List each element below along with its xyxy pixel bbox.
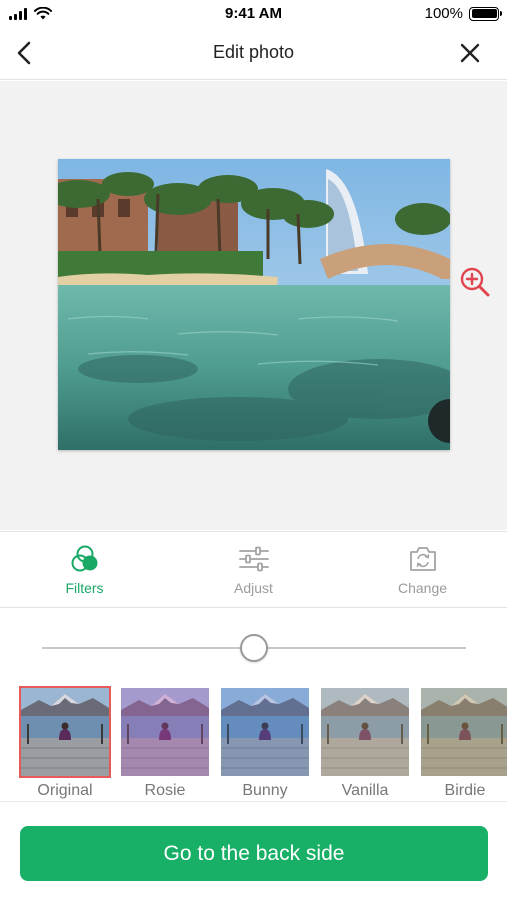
filter-name: Original xyxy=(37,782,93,799)
photo-image xyxy=(58,159,450,450)
tab-filters[interactable]: Filters xyxy=(0,532,169,607)
filter-item[interactable]: Vanilla xyxy=(319,686,411,800)
filter-tint xyxy=(121,688,209,776)
photo-preview[interactable] xyxy=(58,159,450,450)
tab-change-label: Change xyxy=(397,580,448,596)
tab-change[interactable]: Change xyxy=(338,532,507,607)
close-button[interactable] xyxy=(455,38,485,68)
go-to-back-side-button[interactable]: Go to the back side xyxy=(20,826,488,881)
filter-thumbnail[interactable] xyxy=(119,686,211,778)
zoom-button[interactable] xyxy=(458,265,492,299)
close-icon xyxy=(460,43,480,63)
filter-item[interactable]: Original xyxy=(19,686,111,800)
filter-tint xyxy=(421,688,507,776)
zoom-in-icon xyxy=(460,267,490,297)
tab-adjust-label: Adjust xyxy=(234,580,273,596)
tab-filters-label: Filters xyxy=(65,580,104,596)
battery-level xyxy=(471,9,497,18)
photo-preview-area xyxy=(0,81,507,530)
filter-thumbnail[interactable] xyxy=(219,686,311,778)
filter-thumbnail[interactable] xyxy=(419,686,507,778)
sliders-icon xyxy=(238,546,269,572)
slider-thumb[interactable] xyxy=(240,634,268,662)
status-bar: 9:41 AM 100% xyxy=(0,0,507,28)
header: Edit photo xyxy=(0,28,507,80)
filter-tint xyxy=(221,688,309,776)
battery-percentage: 100% xyxy=(424,5,463,22)
tab-adjust[interactable]: Adjust xyxy=(169,532,338,607)
filter-list: Original Rosie Bunny Vanilla Birdie xyxy=(0,686,507,802)
filter-tint xyxy=(321,688,409,776)
page-title: Edit photo xyxy=(212,42,295,62)
filter-intensity-slider[interactable] xyxy=(42,632,466,664)
filter-tint xyxy=(21,688,109,776)
filter-item[interactable]: Bunny xyxy=(219,686,311,800)
filter-name: Birdie xyxy=(444,782,486,799)
filter-item[interactable]: Birdie xyxy=(419,686,507,800)
filter-thumbnail[interactable] xyxy=(319,686,411,778)
status-right: 100% xyxy=(424,5,502,22)
camera-swap-icon xyxy=(409,547,436,571)
filter-item[interactable]: Rosie xyxy=(119,686,211,800)
filter-thumbnail[interactable] xyxy=(19,686,111,778)
filter-name: Rosie xyxy=(144,782,186,799)
filter-name: Bunny xyxy=(242,782,288,799)
filters-icon xyxy=(71,545,97,572)
battery-icon xyxy=(469,6,502,21)
filter-name: Vanilla xyxy=(341,782,389,799)
tool-tabs: Filters Adjust Change xyxy=(0,531,507,608)
